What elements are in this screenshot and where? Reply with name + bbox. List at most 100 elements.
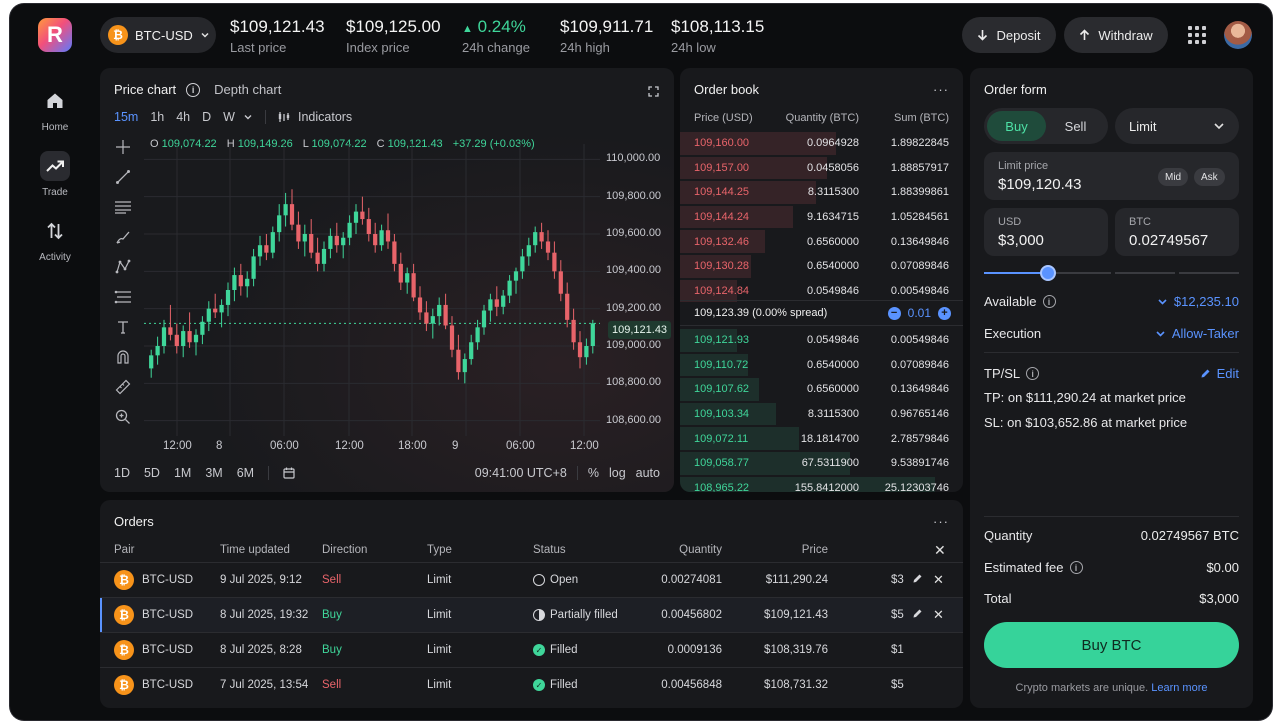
timeframe-4h[interactable]: 4h bbox=[176, 110, 190, 124]
sidebar-item-trade[interactable]: Trade bbox=[24, 143, 86, 205]
pair-selector[interactable]: ₿ BTC-USD bbox=[100, 17, 216, 53]
candle bbox=[200, 316, 205, 345]
candle bbox=[571, 308, 576, 350]
timeframe-d[interactable]: D bbox=[202, 110, 211, 124]
bid-row[interactable]: 109,072.11 18.1814700 2.78579846 bbox=[680, 426, 963, 451]
calendar-icon[interactable] bbox=[283, 467, 295, 479]
ask-row[interactable]: 109,144.25 8.3115300 1.88399861 bbox=[680, 180, 963, 205]
table-row[interactable]: ₿ BTC-USD 8 Jul 2025, 19:32 Buy Limit Partial… bbox=[100, 597, 963, 632]
usd-amount-field[interactable]: USD $3,000 bbox=[984, 208, 1108, 256]
table-row[interactable]: ₿ BTC-USD 8 Jul 2025, 8:28 Buy Limit ✓ Filled 0… bbox=[100, 632, 963, 667]
trend-up-icon bbox=[40, 150, 70, 181]
bid-row[interactable]: 109,121.93 0.0549846 0.00549846 bbox=[680, 328, 963, 353]
range-1d[interactable]: 1D bbox=[114, 466, 130, 480]
brush-icon[interactable] bbox=[112, 222, 134, 252]
horizontal-lines-icon[interactable] bbox=[112, 192, 134, 222]
range-3m[interactable]: 3M bbox=[205, 466, 222, 480]
book-sum: 25.12303746 bbox=[884, 481, 949, 492]
fib-icon[interactable] bbox=[112, 282, 134, 312]
book-price: 109,107.62 bbox=[694, 383, 750, 396]
bid-row[interactable]: 109,110.72 0.6540000 0.07089846 bbox=[680, 353, 963, 378]
sidebar-item-home[interactable]: Home bbox=[24, 78, 86, 140]
candle bbox=[264, 234, 269, 261]
deposit-button[interactable]: Deposit bbox=[962, 17, 1056, 53]
user-avatar[interactable] bbox=[1224, 21, 1252, 49]
slider-fill bbox=[984, 272, 1048, 274]
check-circle-icon: ✓ bbox=[533, 644, 545, 656]
ruler-icon[interactable] bbox=[112, 372, 134, 402]
scale-log[interactable]: log bbox=[609, 466, 626, 480]
app-logo[interactable]: R bbox=[38, 18, 72, 52]
text-tool-icon[interactable] bbox=[112, 312, 134, 342]
scale-percent[interactable]: % bbox=[588, 466, 599, 480]
candles-icon[interactable] bbox=[278, 111, 290, 123]
order-total-truncated: $5 bbox=[891, 679, 904, 691]
withdraw-button[interactable]: Withdraw bbox=[1064, 17, 1168, 53]
scale-auto[interactable]: auto bbox=[636, 466, 660, 480]
tpsl-edit-button[interactable]: Edit bbox=[1200, 366, 1239, 381]
range-5d[interactable]: 5D bbox=[144, 466, 160, 480]
chevron-down-icon[interactable] bbox=[243, 112, 253, 122]
buy-btc-button[interactable]: Buy BTC bbox=[984, 622, 1239, 668]
order-type: Limit bbox=[427, 679, 452, 691]
pattern-icon[interactable] bbox=[112, 252, 134, 282]
crosshair-icon[interactable] bbox=[112, 132, 134, 162]
fullscreen-icon[interactable] bbox=[648, 86, 659, 97]
ask-row[interactable]: 109,132.46 0.6560000 0.13649846 bbox=[680, 229, 963, 254]
mid-button[interactable]: Mid bbox=[1158, 168, 1189, 186]
timeframe-w[interactable]: W bbox=[223, 110, 235, 124]
close-icon[interactable]: ✕ bbox=[933, 572, 944, 588]
close-icon[interactable]: ✕ bbox=[934, 542, 946, 559]
ask-row[interactable]: 109,130.28 0.6540000 0.07089846 bbox=[680, 254, 963, 279]
tab-depth-chart[interactable]: Depth chart bbox=[214, 82, 281, 97]
bid-row[interactable]: 108,965.22 155.8412000 25.12303746 bbox=[680, 476, 963, 492]
total-value: $3,000 bbox=[1199, 591, 1239, 606]
candlestick-chart[interactable] bbox=[144, 144, 600, 436]
candle bbox=[552, 241, 557, 279]
minus-icon[interactable]: − bbox=[887, 306, 901, 320]
pencil-icon[interactable] bbox=[912, 608, 923, 622]
ask-row[interactable]: 109,144.24 9.1634715 1.05284561 bbox=[680, 205, 963, 230]
close-icon[interactable]: ✕ bbox=[933, 607, 944, 623]
more-icon[interactable]: ··· bbox=[933, 514, 949, 529]
more-icon[interactable]: ··· bbox=[933, 82, 949, 97]
timeframe-1h[interactable]: 1h bbox=[150, 110, 164, 124]
book-sum: 9.53891746 bbox=[890, 457, 949, 470]
range-1m[interactable]: 1M bbox=[174, 466, 191, 480]
slider-thumb[interactable] bbox=[1039, 265, 1056, 281]
info-icon[interactable]: i bbox=[1026, 367, 1040, 380]
bid-row[interactable]: 109,058.77 67.5311900 9.53891746 bbox=[680, 451, 963, 476]
trendline-icon[interactable] bbox=[112, 162, 134, 192]
buy-tab[interactable]: Buy bbox=[987, 111, 1046, 141]
table-row[interactable]: ₿ BTC-USD 7 Jul 2025, 13:54 Sell Limit ✓ Fille… bbox=[100, 667, 963, 702]
pencil-icon[interactable] bbox=[912, 573, 923, 587]
info-icon[interactable]: i bbox=[1069, 561, 1083, 574]
tab-price-chart[interactable]: Price chart bbox=[114, 82, 176, 97]
ask-row[interactable]: 109,157.00 0.0458056 1.88857917 bbox=[680, 156, 963, 181]
limit-price-field[interactable]: Limit price $109,120.43 Mid Ask bbox=[984, 152, 1239, 200]
swap-vertical-icon bbox=[40, 216, 70, 246]
sell-tab[interactable]: Sell bbox=[1046, 111, 1105, 141]
last-price-tag: 109,121.43 bbox=[608, 321, 672, 339]
plus-icon[interactable]: + bbox=[938, 306, 951, 320]
magnet-icon[interactable] bbox=[112, 342, 134, 372]
btc-amount-field[interactable]: BTC 0.02749567 bbox=[1115, 208, 1239, 256]
zoom-in-icon[interactable] bbox=[112, 402, 134, 432]
amount-slider[interactable] bbox=[984, 265, 1239, 281]
indicators-button[interactable]: Indicators bbox=[298, 110, 352, 124]
timeframe-15m[interactable]: 15m bbox=[114, 110, 138, 124]
available-value[interactable]: $12,235.10 bbox=[1157, 294, 1239, 309]
bid-row[interactable]: 109,107.62 0.6560000 0.13649846 bbox=[680, 377, 963, 402]
order-type-select[interactable]: Limit bbox=[1115, 108, 1239, 144]
bid-row[interactable]: 109,103.34 8.3115300 0.96765146 bbox=[680, 402, 963, 427]
ask-row[interactable]: 109,160.00 0.0964928 1.89822845 bbox=[680, 131, 963, 156]
table-row[interactable]: ₿ BTC-USD 9 Jul 2025, 9:12 Sell Limit Open 0.0… bbox=[100, 562, 963, 597]
info-icon[interactable]: i bbox=[1042, 295, 1056, 308]
range-6m[interactable]: 6M bbox=[237, 466, 254, 480]
execution-select[interactable]: Allow-Taker bbox=[1155, 326, 1239, 341]
info-icon[interactable]: i bbox=[186, 82, 201, 97]
ask-button[interactable]: Ask bbox=[1194, 168, 1225, 186]
sidebar-item-activity[interactable]: Activity bbox=[24, 208, 86, 270]
apps-grid-icon[interactable] bbox=[1188, 26, 1206, 44]
learn-more-link[interactable]: Learn more bbox=[1151, 682, 1207, 694]
